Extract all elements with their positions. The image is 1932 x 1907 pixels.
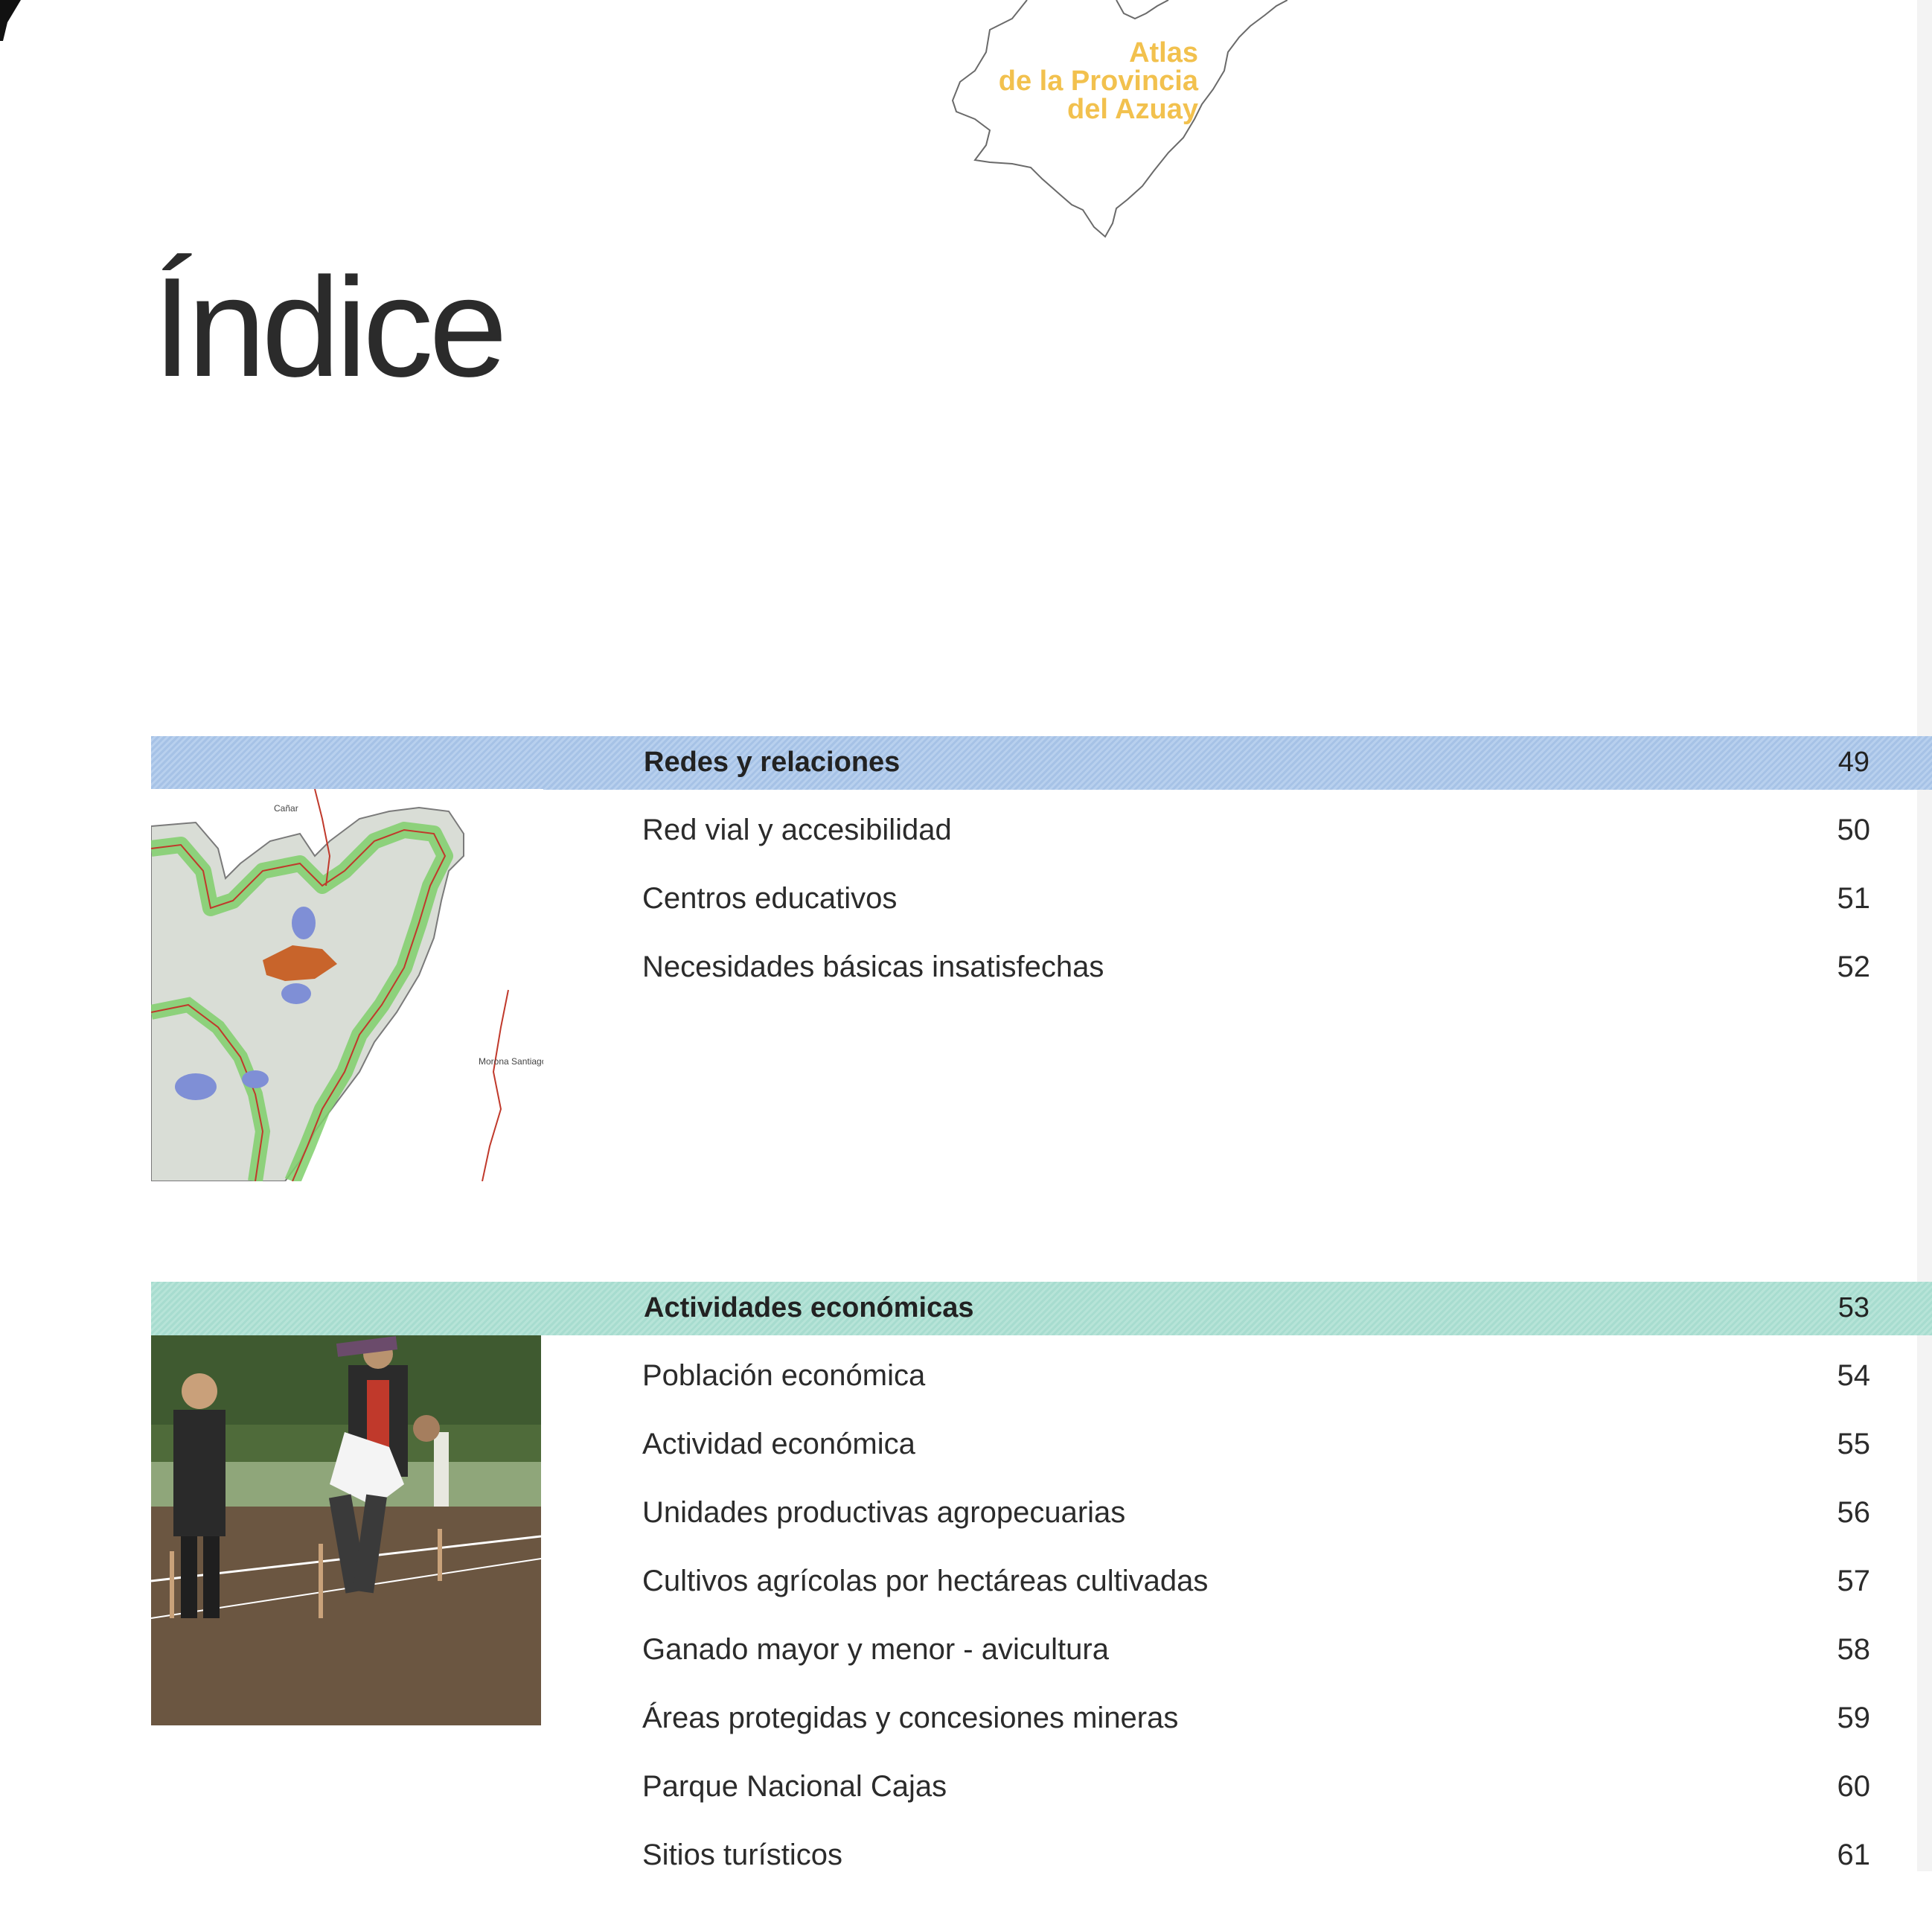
toc-item-page: 50 — [1837, 814, 1871, 846]
toc-item-page: 55 — [1837, 1428, 1871, 1460]
toc-item[interactable]: Centros educativos 51 — [642, 882, 1870, 951]
section-title: Redes y relaciones — [644, 747, 901, 778]
toc-item-label: Población económica — [642, 1359, 926, 1392]
atlas-title: Atlas de la Provincia del Azuay — [960, 39, 1198, 124]
toc-item-label: Áreas protegidas y concesiones mineras — [642, 1702, 1179, 1734]
toc-item-label: Red vial y accesibilidad — [642, 814, 952, 846]
section-title: Actividades económicas — [644, 1292, 974, 1323]
page-edge — [1917, 0, 1932, 1871]
corner-mark — [0, 0, 21, 41]
toc-item-label: Centros educativos — [642, 882, 898, 915]
page-title: Índice — [153, 249, 508, 406]
toc-item[interactable]: Población económica 54 — [642, 1359, 1870, 1428]
toc-item-label: Parque Nacional Cajas — [642, 1770, 947, 1803]
section-page: 49 — [1837, 747, 1869, 778]
toc-item-page: 51 — [1837, 882, 1871, 915]
atlas-line-3: del Azuay — [1067, 94, 1198, 125]
toc-item-label: Unidades productivas agropecuarias — [642, 1496, 1126, 1529]
toc-item-label: Ganado mayor y menor - avicultura — [642, 1633, 1109, 1666]
toc-item[interactable]: Ganado mayor y menor - avicultura 58 — [642, 1633, 1870, 1702]
toc-item[interactable]: Cultivos agrícolas por hectáreas cultiva… — [642, 1565, 1870, 1633]
toc-item-label: Necesidades básicas insatisfechas — [642, 951, 1104, 983]
toc-item-page: 61 — [1837, 1839, 1871, 1871]
toc-item-page: 58 — [1837, 1633, 1871, 1666]
toc-item-label: Cultivos agrícolas por hectáreas cultiva… — [642, 1565, 1209, 1597]
farming-photo — [151, 1335, 541, 1725]
toc-item[interactable]: Parque Nacional Cajas 60 — [642, 1770, 1870, 1839]
toc-list-redes: Red vial y accesibilidad 50 Centros educ… — [642, 814, 1870, 1019]
toc-item-label: Sitios turísticos — [642, 1839, 842, 1871]
toc-item-page: 56 — [1837, 1496, 1871, 1529]
toc-item[interactable]: Actividad económica 55 — [642, 1428, 1870, 1496]
atlas-line-1: Atlas — [1129, 37, 1198, 68]
toc-item[interactable]: Sitios turísticos 61 — [642, 1839, 1870, 1907]
toc-item[interactable]: Red vial y accesibilidad 50 — [642, 814, 1870, 882]
map-label-canar: Cañar — [274, 803, 298, 814]
section-header-redes[interactable]: Redes y relaciones 49 — [151, 736, 1932, 790]
toc-item[interactable]: Unidades productivas agropecuarias 56 — [642, 1496, 1870, 1565]
toc-item-page: 57 — [1837, 1565, 1871, 1597]
map-label-morona: Morona Santiago — [479, 1056, 543, 1067]
road-map-image: Cañar Morona Santiago — [151, 789, 543, 1181]
toc-item-page: 54 — [1837, 1359, 1871, 1392]
toc-item-page: 60 — [1837, 1770, 1871, 1803]
toc-item-label: Actividad económica — [642, 1428, 915, 1460]
toc-item[interactable]: Necesidades básicas insatisfechas 52 — [642, 951, 1870, 1019]
toc-item[interactable]: Áreas protegidas y concesiones mineras 5… — [642, 1702, 1870, 1770]
section-page: 53 — [1837, 1292, 1869, 1323]
atlas-line-2: de la Provincia — [998, 66, 1198, 97]
toc-list-actividades: Población económica 54 Actividad económi… — [642, 1359, 1870, 1907]
section-header-actividades[interactable]: Actividades económicas 53 — [151, 1282, 1932, 1335]
toc-item-page: 52 — [1837, 951, 1871, 983]
toc-item-page: 59 — [1837, 1702, 1871, 1734]
